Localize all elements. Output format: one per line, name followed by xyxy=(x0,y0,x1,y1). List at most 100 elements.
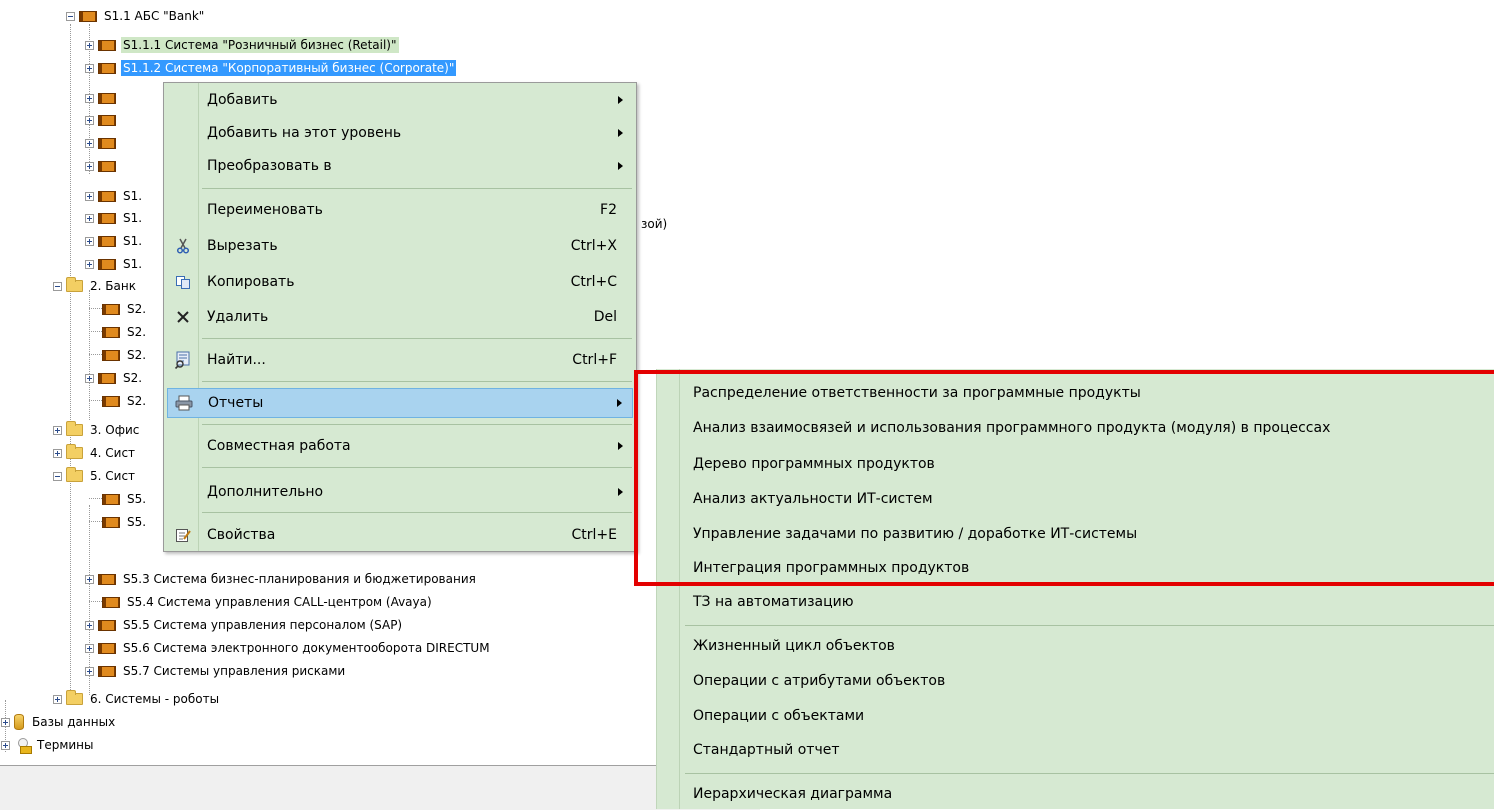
tree-node[interactable] xyxy=(85,133,121,153)
report-item[interactable]: Дерево программных продуктов xyxy=(693,449,935,479)
tree-node-selected[interactable]: S1.1.2 Система "Корпоративный бизнес (Co… xyxy=(85,58,457,78)
tree-node[interactable] xyxy=(85,110,121,130)
tree-node[interactable]: S1. xyxy=(85,231,144,251)
tree-node[interactable]: S1. xyxy=(85,208,144,228)
expand-icon[interactable] xyxy=(85,373,94,383)
expand-icon[interactable] xyxy=(85,161,94,171)
report-item[interactable]: ТЗ на автоматизацию xyxy=(693,587,854,617)
report-item[interactable]: Операции с атрибутами объектов xyxy=(693,666,945,696)
expand-icon[interactable] xyxy=(85,259,94,269)
folder-icon xyxy=(66,690,83,705)
report-item[interactable]: Иерархическая диаграмма xyxy=(693,779,892,809)
tree-node-label: S1. xyxy=(123,189,143,203)
submenu-arrow-icon xyxy=(618,442,623,450)
menu-item-cut[interactable]: Вырезать Ctrl+X xyxy=(167,231,633,261)
menu-item-collaboration[interactable]: Совместная работа xyxy=(167,431,633,461)
tree-node[interactable]: S1.1 АБС "Bank" xyxy=(66,6,206,26)
collapse-icon[interactable] xyxy=(66,11,75,21)
tree-node[interactable]: S2. xyxy=(89,299,148,319)
tree-node[interactable] xyxy=(85,156,121,176)
menu-item-rename[interactable]: Переименовать F2 xyxy=(167,195,633,225)
menu-item-copy[interactable]: Копировать Ctrl+C xyxy=(167,267,633,297)
expand-icon[interactable] xyxy=(85,115,94,125)
tree-node-label: S1.1.1 Система "Розничный бизнес (Retail… xyxy=(121,37,399,53)
report-item[interactable]: Анализ актуальности ИТ-систем xyxy=(693,484,933,514)
tree-node-label: 6. Системы - роботы xyxy=(90,692,220,706)
report-item[interactable]: Жизненный цикл объектов xyxy=(693,631,895,661)
tree-node[interactable]: 4. Сист xyxy=(53,443,137,463)
tree-node-label: S5.6 Система электронного документооборо… xyxy=(123,641,490,655)
tree-node[interactable]: 5. Сист xyxy=(53,466,137,486)
menu-item-additional[interactable]: Дополнительно xyxy=(167,477,633,507)
menu-item-convert[interactable]: Преобразовать в xyxy=(167,151,633,181)
menu-item-find[interactable]: Найти... Ctrl+F xyxy=(167,345,633,375)
expand-icon[interactable] xyxy=(85,138,94,148)
expand-icon[interactable] xyxy=(53,694,62,704)
tree-node[interactable]: S5.4 Система управления CALL-центром (Av… xyxy=(89,592,434,612)
menu-item-add[interactable]: Добавить xyxy=(167,85,633,115)
report-item[interactable]: Управление задачами по развитию / дорабо… xyxy=(693,519,1137,549)
collapse-icon[interactable] xyxy=(53,471,62,481)
tree-node[interactable]: S5.5 Система управления персоналом (SAP) xyxy=(85,615,404,635)
menu-separator xyxy=(202,338,632,339)
tree-node[interactable]: S5. xyxy=(89,489,148,509)
software-module-icon xyxy=(102,303,120,315)
report-item[interactable]: Распределение ответственности за програм… xyxy=(693,378,1141,408)
tree-node[interactable]: 6. Системы - роботы xyxy=(53,689,221,709)
context-menu: Добавить Добавить на этот уровень Преобр… xyxy=(163,82,637,552)
folder-icon xyxy=(66,421,83,436)
tree-node-label: S5. xyxy=(127,515,147,529)
tree-node[interactable]: S2. xyxy=(85,368,144,388)
collapse-icon[interactable] xyxy=(53,281,62,291)
tree-node[interactable]: Базы данных xyxy=(1,712,117,732)
expand-icon[interactable] xyxy=(85,620,94,630)
report-item[interactable]: Стандартный отчет xyxy=(693,735,839,765)
expand-icon[interactable] xyxy=(85,666,94,676)
tree-connector xyxy=(89,354,102,356)
tree-node[interactable]: S5.7 Системы управления рисками xyxy=(85,661,347,681)
expand-icon[interactable] xyxy=(1,717,10,727)
report-item[interactable]: Анализ взаимосвязей и использования прог… xyxy=(693,413,1330,443)
expand-icon[interactable] xyxy=(85,191,94,201)
expand-icon[interactable] xyxy=(85,213,94,223)
expand-icon[interactable] xyxy=(85,643,94,653)
tree-node-label: S2. xyxy=(127,394,147,408)
menu-item-reports[interactable]: Отчеты xyxy=(167,388,633,418)
tree-node[interactable]: S2. xyxy=(89,322,148,342)
tree-node[interactable]: S2. xyxy=(89,345,148,365)
software-module-icon xyxy=(102,326,120,338)
menu-separator xyxy=(202,188,632,189)
tree-node[interactable]: S5. xyxy=(89,512,148,532)
expand-icon[interactable] xyxy=(1,740,10,750)
tree-node[interactable]: S1. xyxy=(85,254,144,274)
tree-node[interactable]: S2. xyxy=(89,391,148,411)
tree-node[interactable] xyxy=(85,88,121,108)
menu-item-delete[interactable]: Удалить Del xyxy=(167,302,633,332)
menu-item-properties[interactable]: Свойства Ctrl+E xyxy=(167,520,633,550)
tree-node[interactable]: S1.1.1 Система "Розничный бизнес (Retail… xyxy=(85,35,399,55)
report-item[interactable]: Операции с объектами xyxy=(693,701,864,731)
tree-node[interactable]: 3. Офис xyxy=(53,420,141,440)
expand-icon[interactable] xyxy=(85,236,94,246)
tree-node[interactable]: S1. xyxy=(85,186,144,206)
expand-icon[interactable] xyxy=(85,93,94,103)
tree-node-label: S1. xyxy=(123,211,143,225)
expand-icon[interactable] xyxy=(53,448,62,458)
software-module-icon xyxy=(102,395,120,407)
tree-connector xyxy=(89,331,102,333)
expand-icon[interactable] xyxy=(85,574,94,584)
expand-icon[interactable] xyxy=(53,425,62,435)
expand-icon[interactable] xyxy=(85,40,94,50)
tree-node[interactable]: S5.6 Система электронного документооборо… xyxy=(85,638,492,658)
tree-connector xyxy=(89,498,102,500)
tree-node[interactable]: S5.3 Система бизнес-планирования и бюдже… xyxy=(85,569,478,589)
menu-item-add-same-level[interactable]: Добавить на этот уровень xyxy=(167,118,633,148)
software-module-icon xyxy=(102,596,120,608)
tree-node-label: S1. xyxy=(123,257,143,271)
expand-icon[interactable] xyxy=(85,63,94,73)
tree-node-label: S1.1 АБС "Bank" xyxy=(104,9,205,23)
report-item[interactable]: Интеграция программных продуктов xyxy=(693,553,969,583)
tree-node[interactable]: Термины xyxy=(1,735,96,755)
menu-item-label: Переименовать xyxy=(207,202,323,218)
tree-node[interactable]: 2. Банк xyxy=(53,276,138,296)
